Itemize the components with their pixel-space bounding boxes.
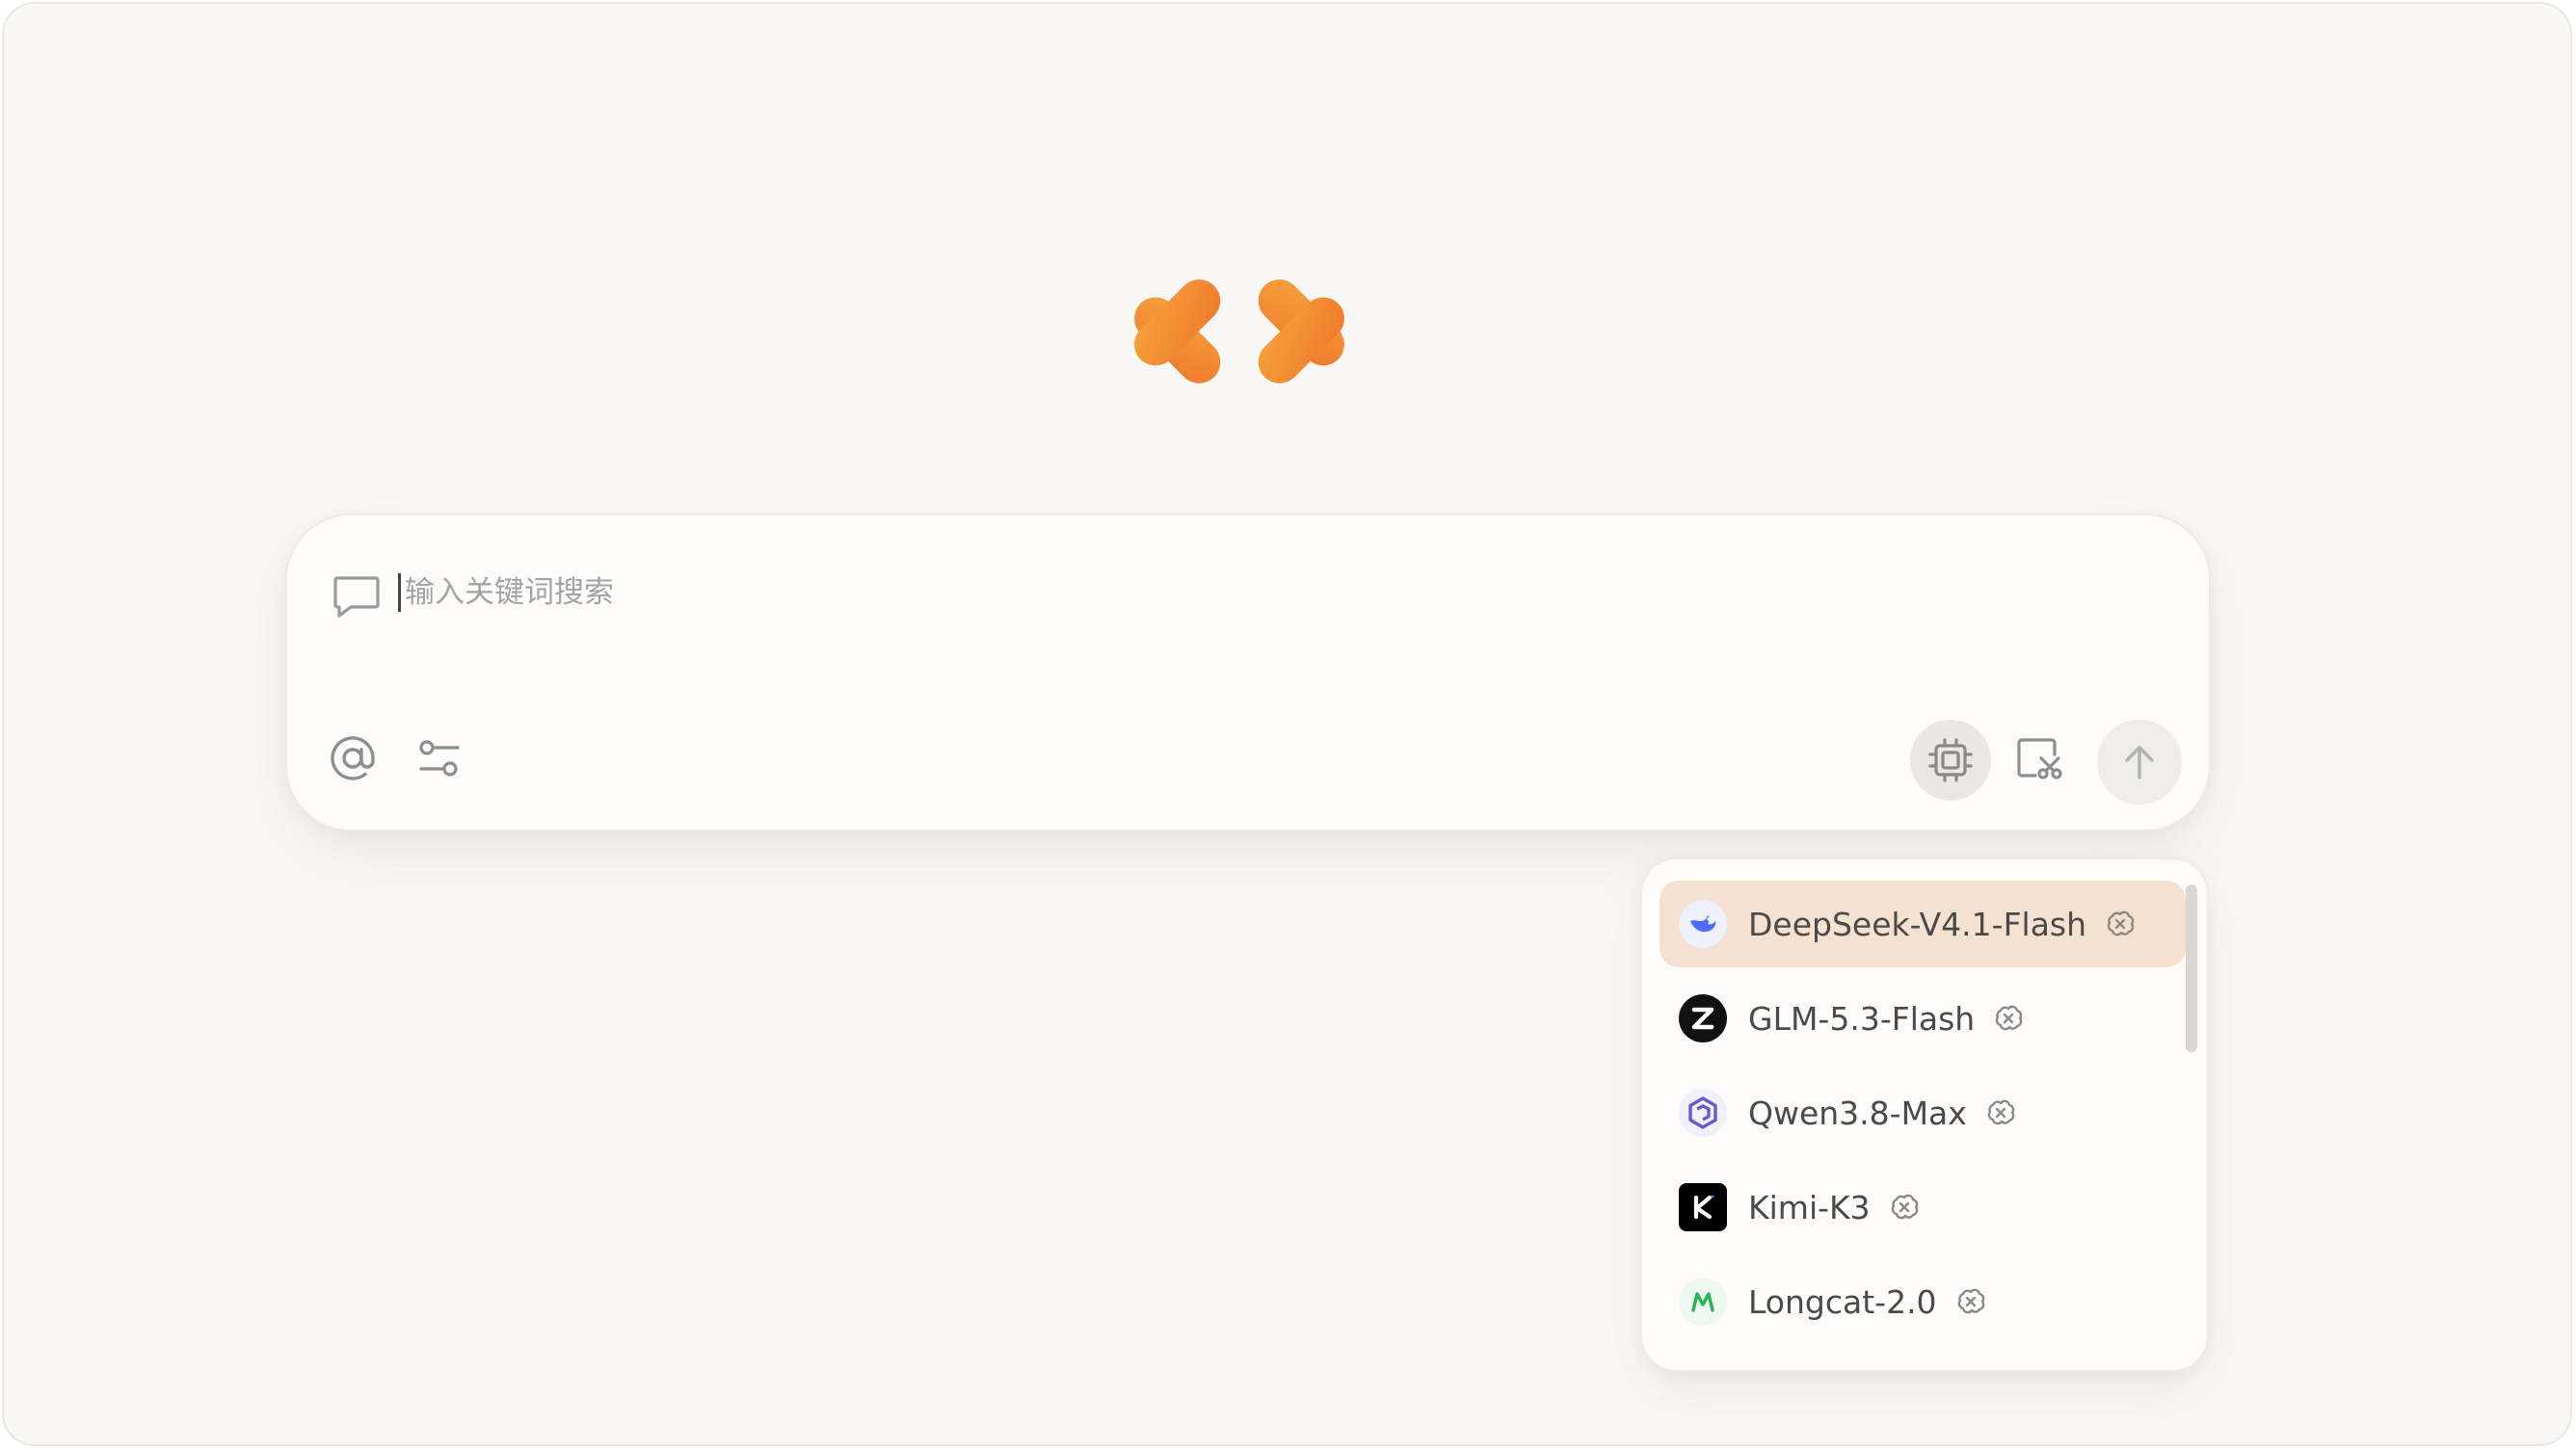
crop-scissors-icon <box>2017 738 2062 779</box>
longcat-logo <box>1679 1278 1727 1326</box>
arrow-up-icon <box>2125 746 2154 779</box>
model-option-qwen[interactable]: Qwen3.8-Max <box>1660 1069 2186 1156</box>
brain-icon <box>1987 1099 2015 1125</box>
brain-icon <box>1995 1005 2023 1031</box>
zhipu-z-logo <box>1679 994 1727 1042</box>
send-button[interactable] <box>2097 720 2182 804</box>
mention-button[interactable] <box>316 722 389 795</box>
app-window: DeepSeek-V4.1-Flash GLM-5.3-Flash <box>2 2 2572 1446</box>
search-input[interactable] <box>405 564 2043 621</box>
text-caret <box>398 573 401 612</box>
model-option-label: Qwen3.8-Max <box>1748 1094 1967 1132</box>
kimi-k-logo <box>1679 1183 1727 1231</box>
model-dropdown: DeepSeek-V4.1-Flash GLM-5.3-Flash Qwen3.… <box>1640 857 2209 1372</box>
qwen-logo <box>1679 1089 1727 1137</box>
model-option-kimi[interactable]: Kimi-K3 <box>1660 1164 2186 1251</box>
deepseek-whale-logo <box>1679 900 1727 948</box>
model-option-label: Kimi-K3 <box>1748 1188 1871 1226</box>
dropdown-scrollbar[interactable] <box>2186 884 2197 1052</box>
brain-icon <box>2107 910 2135 936</box>
screenshot-button[interactable] <box>2003 722 2076 795</box>
model-select-button[interactable] <box>1910 720 1991 801</box>
model-option-longcat[interactable]: Longcat-2.0 <box>1660 1258 2186 1345</box>
chip-icon <box>1928 738 1973 782</box>
model-option-label: GLM-5.3-Flash <box>1748 999 1976 1038</box>
sliders-icon <box>419 740 460 777</box>
at-sign-icon <box>331 736 375 780</box>
model-option-glm[interactable]: GLM-5.3-Flash <box>1660 975 2186 1062</box>
brain-icon <box>1957 1288 1984 1314</box>
brain-icon <box>1891 1194 1918 1220</box>
model-option-label: Longcat-2.0 <box>1748 1282 1937 1321</box>
app-logo <box>1134 279 1344 383</box>
chat-composer <box>285 514 2211 831</box>
model-option-label: DeepSeek-V4.1-Flash <box>1748 905 2087 943</box>
settings-button[interactable] <box>403 722 476 795</box>
chat-bubble-icon <box>333 576 380 618</box>
model-option-deepseek[interactable]: DeepSeek-V4.1-Flash <box>1660 881 2186 967</box>
